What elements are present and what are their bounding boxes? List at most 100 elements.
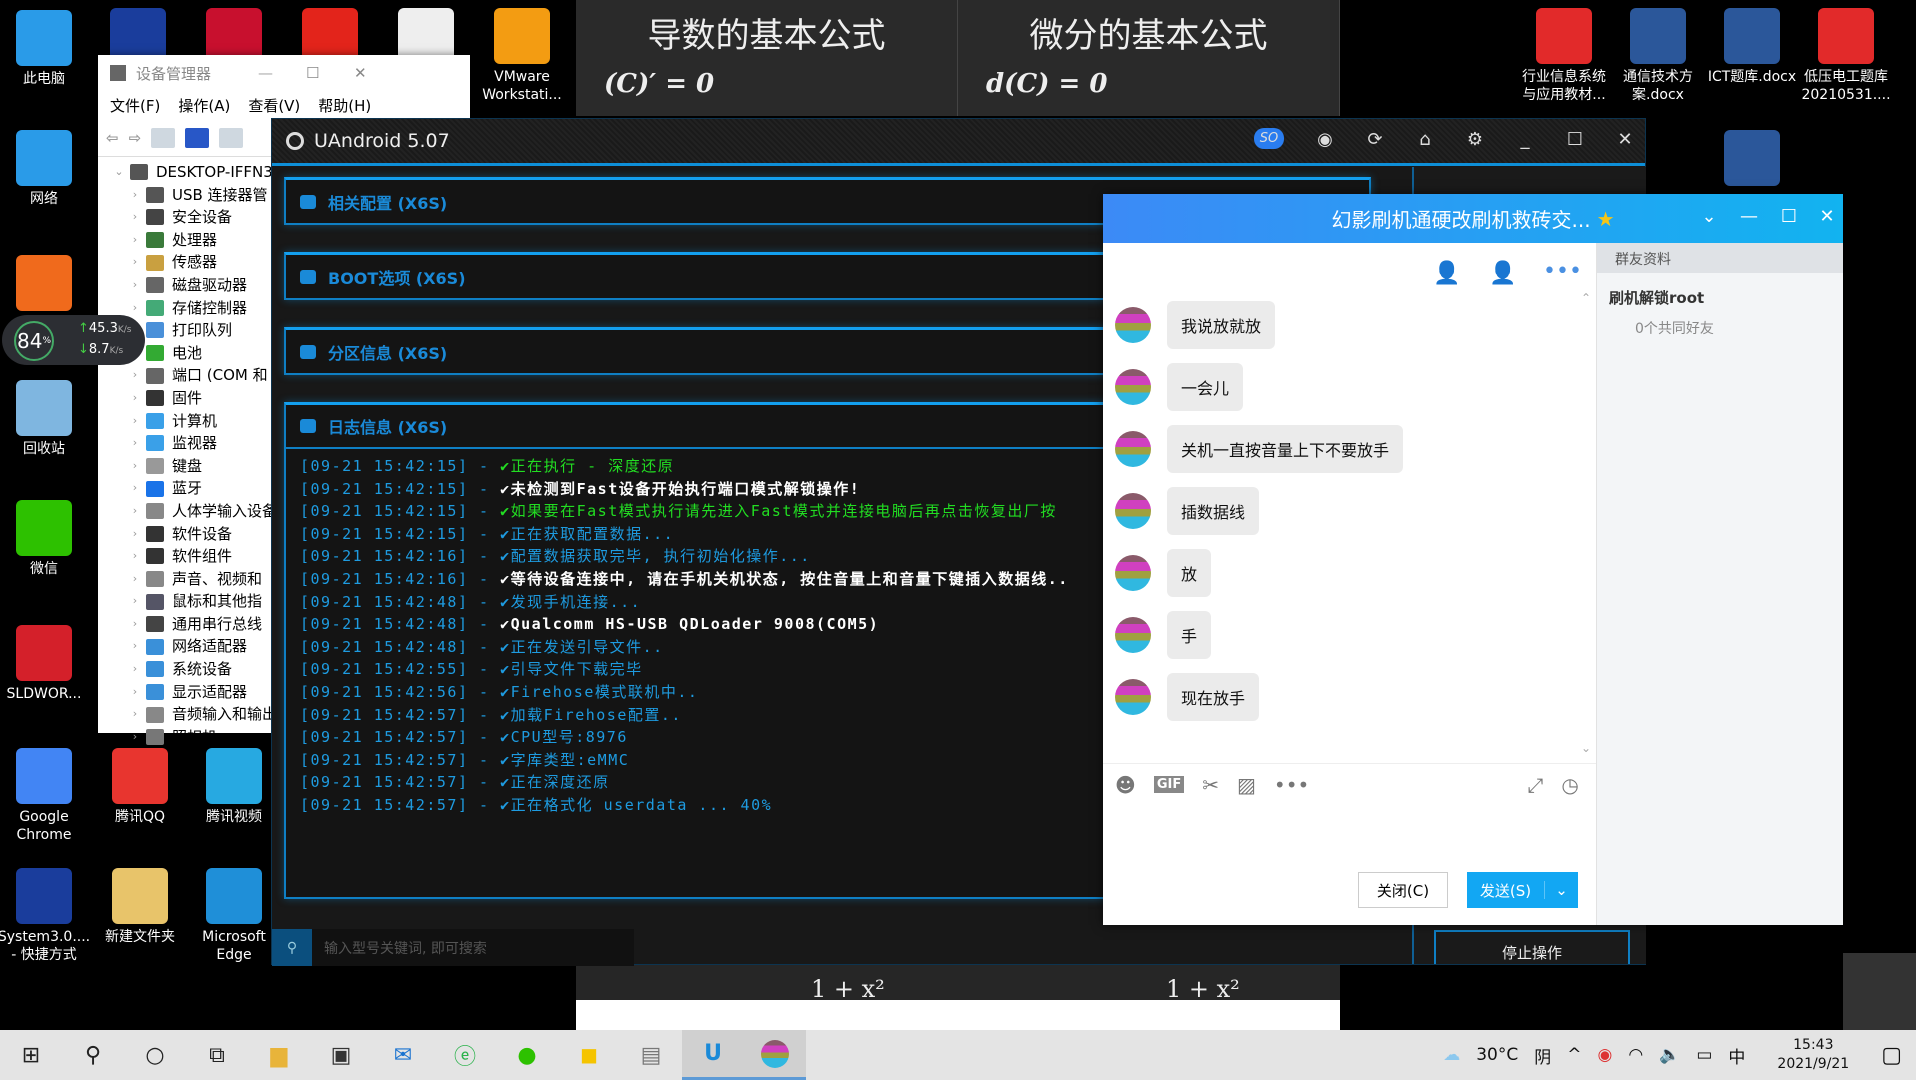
desktop-icon[interactable]: VMware Workstati... (474, 8, 570, 104)
view-icon[interactable] (219, 127, 244, 148)
chevron-right-icon[interactable]: › (124, 658, 146, 681)
expand-icon[interactable]: ⤢ (1527, 773, 1543, 797)
send-button[interactable]: 发送(S) ⌄ (1467, 872, 1578, 908)
taskbar-app[interactable]: ▤ (620, 1030, 682, 1080)
gif-icon[interactable]: GIF (1153, 776, 1185, 793)
search-button[interactable]: ⚲ (62, 1030, 124, 1080)
taskbar-store[interactable]: ▣ (310, 1030, 372, 1080)
taskbar-file-explorer[interactable]: ▆ (248, 1030, 310, 1080)
so-badge-button[interactable]: SO (1254, 128, 1284, 149)
chevron-right-icon[interactable]: › (124, 432, 146, 455)
weather-cloud-icon[interactable]: ☁ (1443, 1045, 1460, 1065)
chat-titlebar[interactable]: 幻影刷机通硬改刷机救砖交... ★ ⌄ — ☐ ✕ (1103, 194, 1843, 243)
maximize-button[interactable]: ☐ (1560, 129, 1590, 150)
network-speed-widget[interactable]: 84% ↑45.3K/s ↓8.7K/s (2, 315, 145, 365)
desktop-icon[interactable]: System3.0.... - 快捷方式 (0, 868, 92, 964)
maximize-button[interactable]: ☐ (306, 64, 319, 82)
desktop-icon[interactable]: Microsoft Edge (186, 868, 282, 964)
avatar[interactable] (1115, 431, 1151, 467)
menu-item[interactable]: 查看(V) (248, 95, 300, 116)
send-options-chevron-icon[interactable]: ⌄ (1544, 881, 1578, 899)
chevron-right-icon[interactable]: › (124, 590, 146, 613)
desktop-icon[interactable]: 腾讯QQ (92, 748, 188, 826)
clock[interactable]: 15:43 2021/9/21 (1777, 1036, 1849, 1074)
qq-group-chat-window[interactable]: 幻影刷机通硬改刷机救砖交... ★ ⌄ — ☐ ✕ 👤 👤 ••• ⌃ ⌄ 我说… (1103, 194, 1843, 925)
desktop-icon[interactable]: ICT题库.docx (1704, 8, 1800, 86)
refresh-icon[interactable]: ⟳ (1360, 129, 1390, 150)
menu-item[interactable]: 文件(F) (110, 95, 160, 116)
menu-item[interactable]: 帮助(H) (318, 95, 371, 116)
maximize-button[interactable]: ☐ (1775, 206, 1803, 227)
avatar[interactable] (1115, 679, 1151, 715)
avatar[interactable] (1115, 307, 1151, 343)
search-placeholder[interactable]: 输入型号关键词, 即可搜索 (324, 938, 487, 958)
qq-tray-icon[interactable]: ◉ (1597, 1045, 1612, 1065)
cortana-button[interactable]: ○ (124, 1030, 186, 1080)
avatar[interactable] (1115, 617, 1151, 653)
chevron-right-icon[interactable]: › (124, 635, 146, 658)
chevron-right-icon[interactable]: › (124, 545, 146, 568)
close-chat-button[interactable]: 关闭(C) (1358, 872, 1448, 908)
desktop-icon[interactable]: 低压电工题库20210531.... (1798, 8, 1894, 104)
desktop-icon[interactable]: Google Chrome (0, 748, 92, 844)
start-button[interactable]: ⊞ (0, 1030, 62, 1080)
desktop-icon[interactable]: 回收站 (0, 380, 92, 458)
tab-member-info[interactable]: 群友资料 (1597, 243, 1843, 273)
taskbar-mail[interactable]: ✉ (372, 1030, 434, 1080)
scroll-up-icon[interactable]: ⌃ (1581, 291, 1591, 305)
notification-icon[interactable]: ▢ (1881, 1043, 1902, 1068)
chevron-right-icon[interactable]: › (124, 568, 146, 591)
minimize-button[interactable]: — (258, 64, 273, 82)
chevron-right-icon[interactable]: › (124, 229, 146, 252)
chevron-right-icon[interactable]: › (124, 364, 146, 387)
weather-desc[interactable]: 阴 (1534, 1043, 1551, 1068)
back-icon[interactable]: ⇦ (106, 129, 119, 147)
scissors-icon[interactable]: ✂ (1202, 773, 1219, 797)
weather-temp[interactable]: 30°C (1476, 1045, 1518, 1065)
model-search-box[interactable]: ⚲ 输入型号关键词, 即可搜索 (272, 929, 634, 966)
chevron-right-icon[interactable]: › (124, 703, 146, 726)
close-button[interactable]: ✕ (1813, 206, 1841, 227)
floating-widget[interactable] (1843, 953, 1916, 1030)
chevron-right-icon[interactable]: › (124, 206, 146, 229)
desktop-icon[interactable]: 网络 (0, 130, 92, 208)
taskbar-qq-chat[interactable] (744, 1030, 806, 1080)
chevron-right-icon[interactable]: › (124, 251, 146, 274)
desktop-icon[interactable]: 通信技术方案.docx (1610, 8, 1706, 104)
more-tools-icon[interactable]: ••• (1274, 773, 1309, 797)
ime-indicator[interactable]: 中 (1728, 1043, 1745, 1068)
uandroid-titlebar[interactable]: UAndroid 5.07 SO ◉ ⟳ ⌂ ⚙ _ ☐ ✕ (272, 119, 1645, 166)
globe-icon[interactable]: ◉ (1310, 129, 1340, 150)
chevron-down-icon[interactable]: ⌄ (1695, 206, 1723, 227)
forward-icon[interactable]: ⇨ (129, 129, 142, 147)
close-button[interactable]: ✕ (354, 64, 367, 82)
block-member-icon[interactable]: 👤 (1489, 261, 1516, 286)
chevron-right-icon[interactable]: › (124, 726, 146, 749)
avatar[interactable] (1115, 369, 1151, 405)
emoji-icon[interactable]: ☻ (1115, 773, 1136, 797)
taskbar-uandroid[interactable]: U (682, 1030, 744, 1080)
properties-icon[interactable] (151, 127, 176, 148)
device-manager-titlebar[interactable]: 设备管理器 — ☐ ✕ (98, 55, 470, 91)
stop-operation-button[interactable]: 停止操作 (1434, 930, 1630, 964)
chevron-right-icon[interactable]: › (124, 455, 146, 478)
avatar[interactable] (1115, 555, 1151, 591)
add-member-icon[interactable]: 👤 (1433, 261, 1460, 286)
chevron-right-icon[interactable]: › (124, 274, 146, 297)
chevron-right-icon[interactable]: › (124, 477, 146, 500)
chevron-right-icon[interactable]: › (124, 681, 146, 704)
desktop-icon[interactable]: SLDWOR... (0, 625, 92, 703)
desktop-icon[interactable] (1704, 130, 1800, 190)
desktop-icon[interactable]: 新建文件夹 (92, 868, 188, 946)
taskbar-app-yellow[interactable]: ◼ (558, 1030, 620, 1080)
chevron-right-icon[interactable]: › (124, 184, 146, 207)
close-button[interactable]: ✕ (1610, 129, 1640, 150)
menu-item[interactable]: 操作(A) (178, 95, 230, 116)
scroll-down-icon[interactable]: ⌄ (1581, 741, 1591, 755)
home-icon[interactable]: ⌂ (1410, 129, 1440, 150)
taskbar-wechat[interactable]: ● (496, 1030, 558, 1080)
taskbar-360-browser[interactable]: ⓔ (434, 1030, 496, 1080)
chevron-right-icon[interactable]: › (124, 387, 146, 410)
chevron-right-icon[interactable]: › (124, 410, 146, 433)
volume-icon[interactable]: 🔈 (1659, 1045, 1680, 1065)
